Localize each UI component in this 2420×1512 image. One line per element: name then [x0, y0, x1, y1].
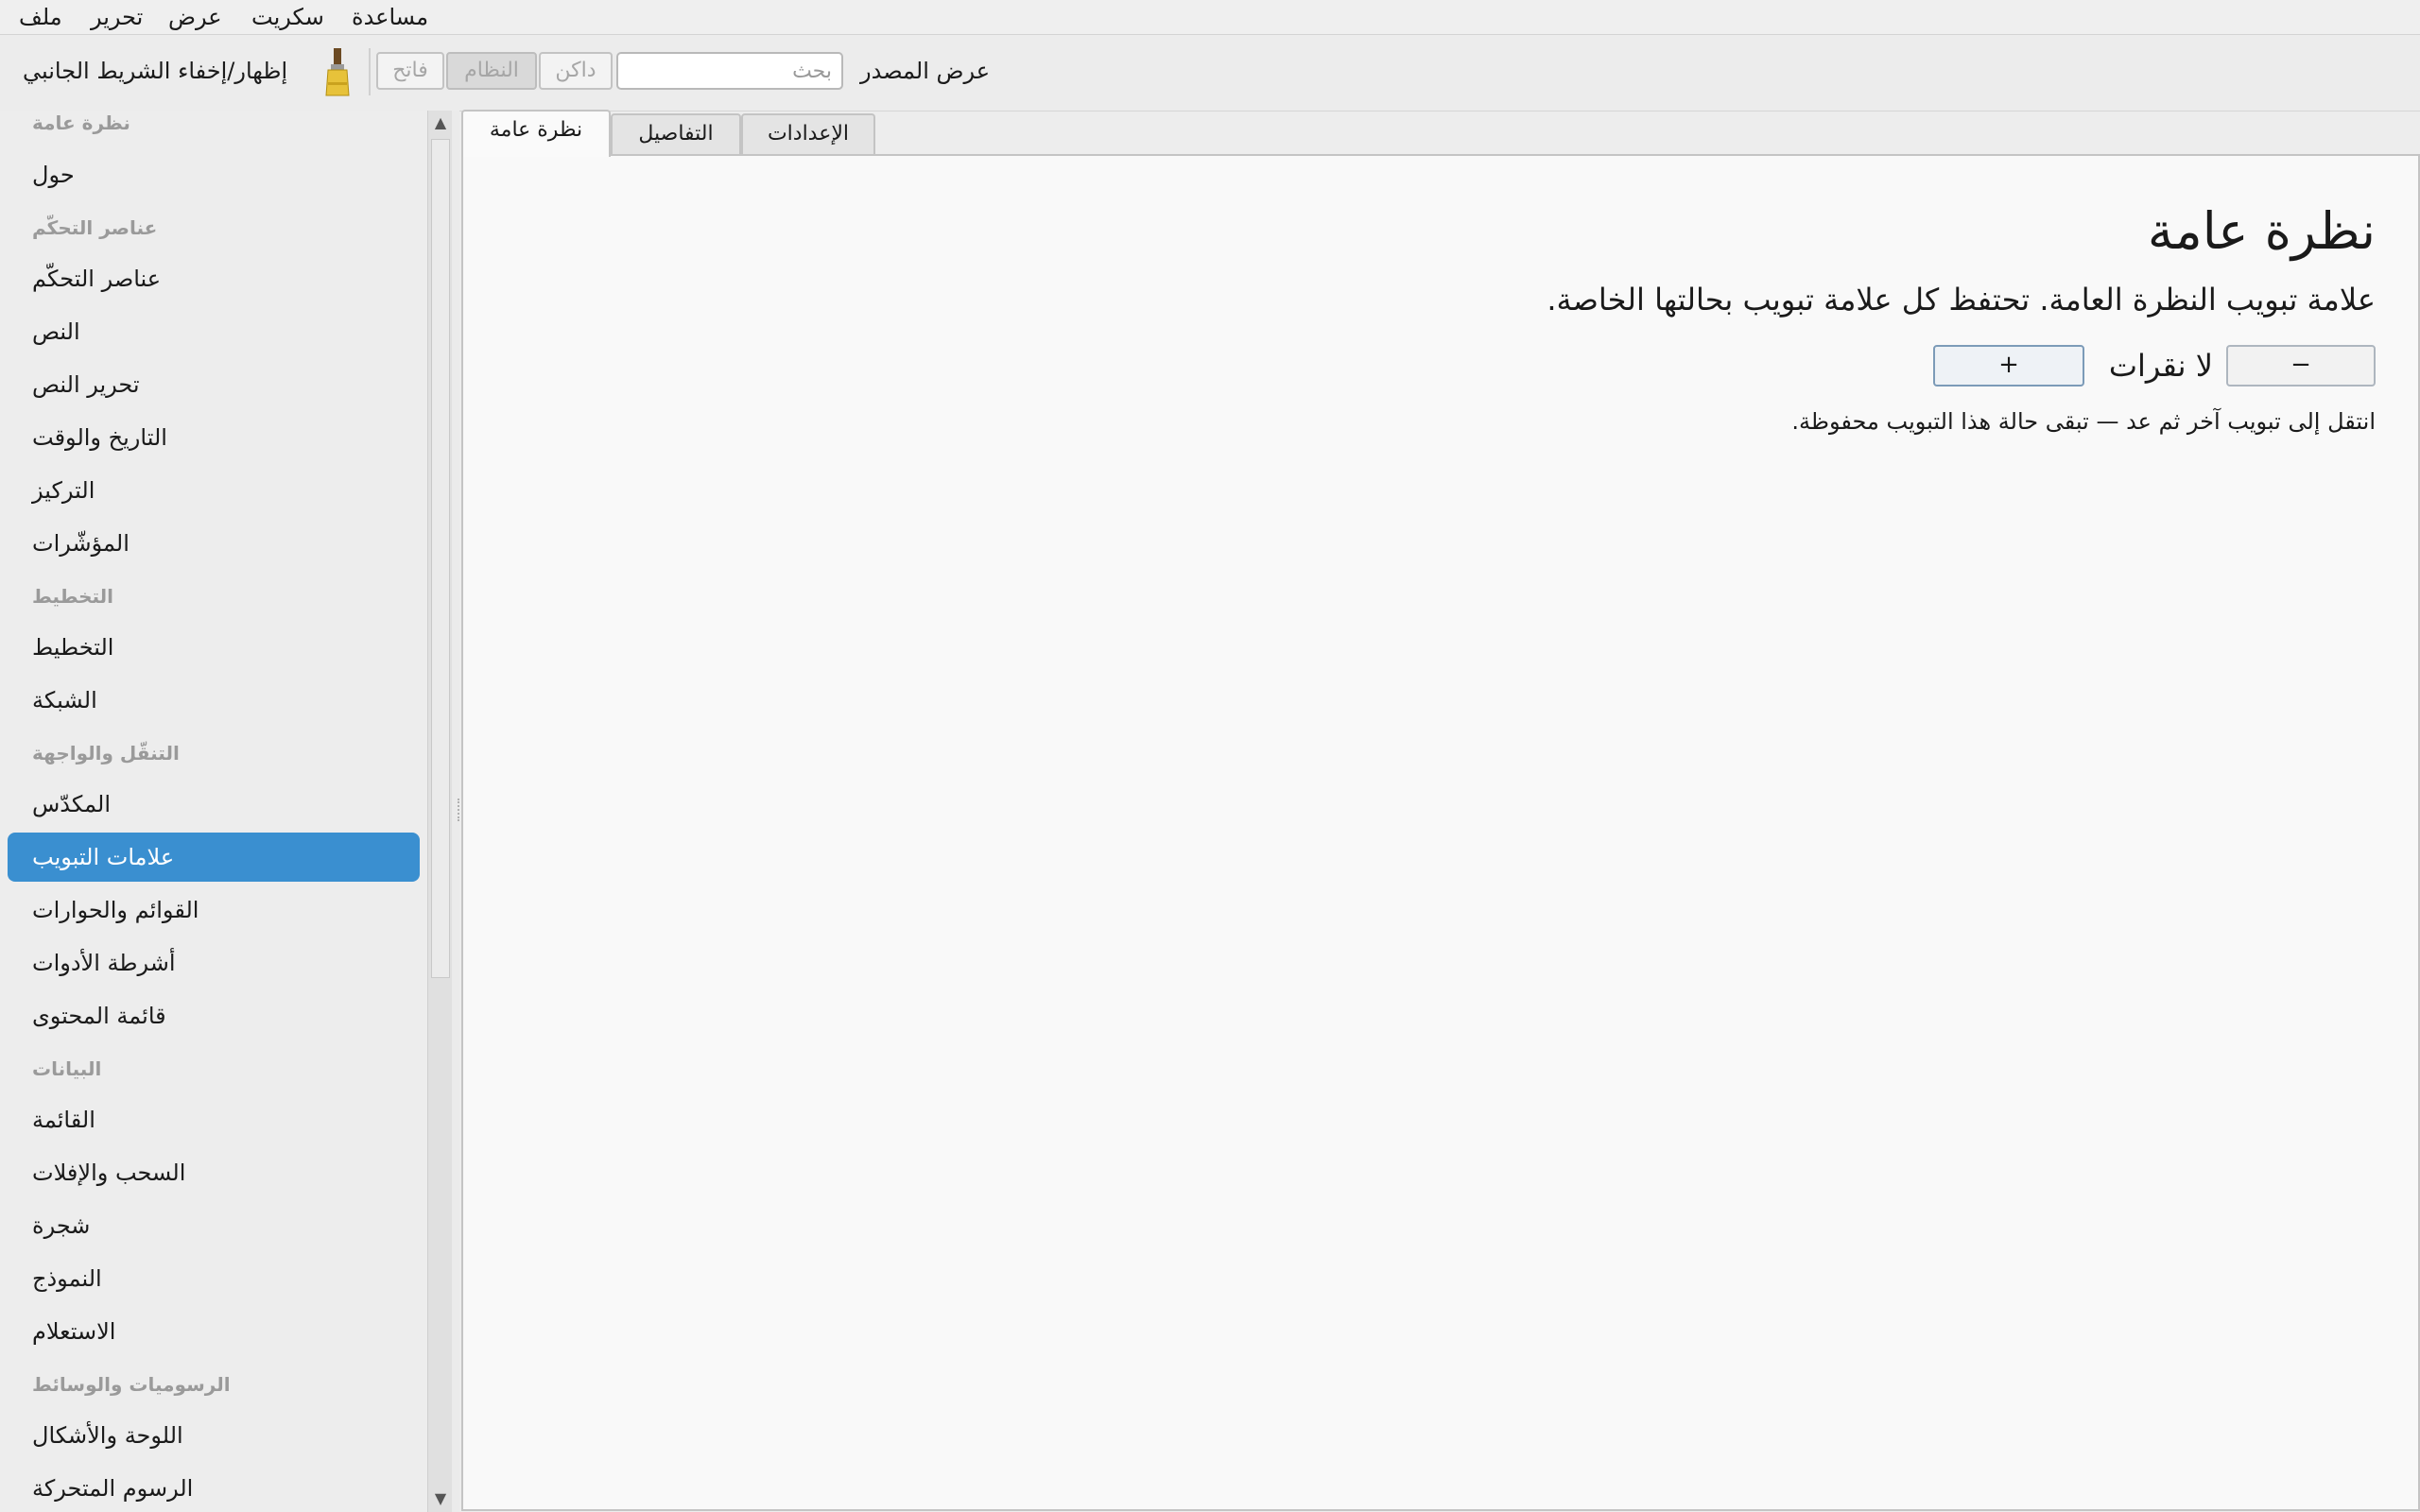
- toolbar: إظهار/إخفاء الشريط الجانبي فاتح النظام د…: [0, 35, 2420, 112]
- sidebar-item-menus-dialogs[interactable]: القوائم والحوارات: [8, 885, 420, 935]
- sidebar-item-list[interactable]: القائمة: [8, 1095, 420, 1144]
- decrement-button[interactable]: −: [2226, 345, 2376, 387]
- page-description: علامة تبويب النظرة العامة. تحتفظ كل علام…: [1547, 282, 2376, 318]
- sidebar-item-indicators[interactable]: المؤشّرات: [8, 519, 420, 568]
- sidebar-item-date-time[interactable]: التاريخ والوقت: [8, 413, 420, 462]
- section-header-controls: عناصر التحكّم: [32, 216, 158, 239]
- menu-view[interactable]: عرض: [168, 4, 222, 30]
- sidebar-item-query[interactable]: الاستعلام: [8, 1307, 420, 1356]
- sidebar-item-controls[interactable]: عناصر التحكّم: [8, 254, 420, 303]
- theme-dark-button[interactable]: داكن: [539, 52, 613, 90]
- section-header-data: البيانات: [32, 1057, 102, 1080]
- sidebar-item-form[interactable]: النموذج: [8, 1254, 420, 1303]
- toolbar-separator: [369, 48, 371, 95]
- tab-content-panel: نظرة عامة علامة تبويب النظرة العامة. تحت…: [461, 154, 2420, 1511]
- sidebar-item-text[interactable]: النص: [8, 307, 420, 356]
- sidebar-item-stack[interactable]: المكدّس: [8, 780, 420, 829]
- section-header-graphics: الرسوميات والوسائط: [32, 1373, 231, 1396]
- hint-text: انتقل إلى تبويب آخر ثم عد — تبقى حالة هذ…: [1791, 408, 2376, 435]
- scroll-up-icon[interactable]: ▲: [428, 111, 453, 135]
- menu-help[interactable]: مساعدة: [352, 4, 428, 30]
- tab-settings[interactable]: الإعدادات: [741, 113, 875, 155]
- section-header-overview: نظرة عامة: [32, 112, 130, 134]
- sidebar-item-drag-drop[interactable]: السحب والإفلات: [8, 1148, 420, 1197]
- sidebar-item-animations[interactable]: الرسوم المتحركة: [8, 1464, 420, 1512]
- theme-system-button[interactable]: النظام: [446, 52, 537, 90]
- scroll-down-icon[interactable]: ▼: [428, 1486, 453, 1511]
- sidebar-item-focus[interactable]: التركيز: [8, 466, 420, 515]
- page-title: نظرة عامة: [2147, 201, 2376, 261]
- tab-overview[interactable]: نظرة عامة: [461, 110, 611, 157]
- sidebar-item-context-menu[interactable]: قائمة المحتوى: [8, 991, 420, 1040]
- view-source-button[interactable]: عرض المصدر: [860, 58, 990, 84]
- search-input[interactable]: [616, 52, 843, 90]
- menu-file[interactable]: ملف: [19, 4, 62, 30]
- sidebar-item-grid[interactable]: الشبكة: [8, 676, 420, 725]
- sidebar-item-canvas-shapes[interactable]: اللوحة والأشكال: [8, 1411, 420, 1460]
- sidebar-item-tree[interactable]: شجرة: [8, 1201, 420, 1250]
- sidebar-scrollbar[interactable]: ▲ ▼: [427, 111, 453, 1512]
- paint-brush-icon[interactable]: [321, 48, 354, 97]
- sidebar-item-tabs[interactable]: علامات التبويب: [8, 833, 420, 882]
- sidebar: نظرة عامة حول عناصر التحكّم عناصر التحكّ…: [0, 111, 427, 1512]
- sidebar-item-about[interactable]: حول: [8, 150, 420, 199]
- theme-light-button[interactable]: فاتح: [376, 52, 444, 90]
- toggle-sidebar-button[interactable]: إظهار/إخفاء الشريط الجانبي: [23, 58, 287, 84]
- section-header-layout: التخطيط: [32, 585, 114, 608]
- tab-details[interactable]: التفاصيل: [611, 113, 741, 155]
- sidebar-item-toolbars[interactable]: أشرطة الأدوات: [8, 938, 420, 988]
- menu-edit[interactable]: تحرير: [91, 4, 143, 30]
- increment-button[interactable]: +: [1933, 345, 2084, 387]
- scrollbar-thumb[interactable]: [431, 139, 450, 978]
- sidebar-item-layout[interactable]: التخطيط: [8, 623, 420, 672]
- menu-script[interactable]: سكريت: [251, 4, 324, 30]
- section-header-navigation: التنقّل والواجهة: [32, 742, 180, 765]
- click-count-label: لا نقرات: [2108, 348, 2213, 384]
- menubar: ملف تحرير عرض سكريت مساعدة: [0, 0, 2420, 35]
- sidebar-item-text-editing[interactable]: تحرير النص: [8, 360, 420, 409]
